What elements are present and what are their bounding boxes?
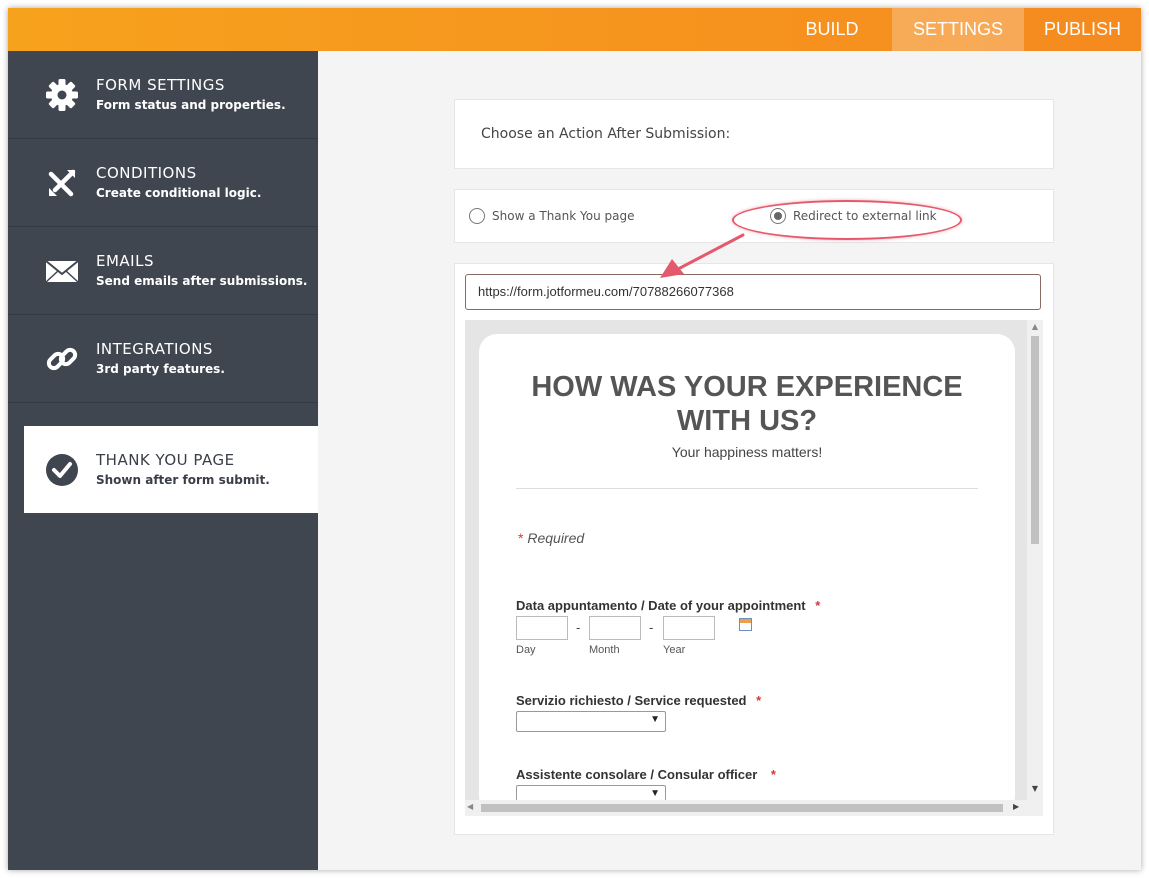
date-separator: - (649, 620, 654, 635)
preview-form-subtitle: Your happiness matters! (671, 444, 823, 460)
day-sublabel: Day (516, 644, 536, 656)
calendar-icon[interactable] (739, 618, 752, 631)
checkmark-icon (46, 454, 78, 486)
redirect-url-input[interactable]: https://form.jotformeu.com/7078826607736… (465, 274, 1041, 310)
year-input[interactable] (663, 616, 715, 640)
envelope-icon (45, 260, 79, 283)
top-nav: BUILD SETTINGS PUBLISH (772, 8, 1141, 51)
nav-build-tab[interactable]: BUILD (772, 8, 892, 51)
sidebar-item-thank-you-page[interactable]: THANK YOU PAGE Shown after form submit. (24, 426, 318, 513)
preview-title-line-1: HOW WAS YOUR EXPERIENCE (531, 371, 963, 403)
preview-form-title: HOW WAS YOUR EXPERIENCE WITH US? (479, 370, 1015, 438)
sidebar-item-subtitle: Create conditional logic. (96, 186, 262, 200)
day-input[interactable] (516, 616, 568, 640)
appointment-date-label: Data appuntamento / Date of your appoint… (516, 598, 820, 613)
consular-officer-label: Assistente consolare / Consular officer … (516, 767, 776, 782)
link-icon (46, 347, 78, 371)
year-sublabel: Year (663, 644, 686, 656)
scroll-up-arrow-icon[interactable]: ▲ (1027, 322, 1043, 331)
required-text: Required (527, 530, 585, 546)
required-star: * (518, 530, 524, 546)
date-separator: - (576, 620, 581, 635)
service-requested-select[interactable]: ▼ (516, 711, 666, 732)
sidebar-item-conditions[interactable]: CONDITIONS Create conditional logic. (8, 139, 318, 227)
service-requested-label-text: Servizio richiesto / Service requested (516, 693, 747, 708)
scroll-down-arrow-icon[interactable]: ▼ (1027, 784, 1043, 793)
preview-title-line-2: WITH US? (676, 405, 818, 437)
sidebar-item-subtitle: 3rd party features. (96, 362, 225, 376)
scrollbar-corner (1027, 800, 1043, 816)
nav-settings-tab[interactable]: SETTINGS (892, 8, 1024, 51)
vertical-scroll-thumb[interactable] (1031, 336, 1039, 544)
sidebar-item-title: THANK YOU PAGE (96, 451, 235, 469)
chevron-down-icon: ▼ (650, 714, 660, 725)
redirect-page-preview[interactable]: HOW WAS YOUR EXPERIENCE WITH US? Your ha… (465, 320, 1043, 816)
action-header-panel: Choose an Action After Submission: (454, 99, 1054, 169)
sidebar-item-title: EMAILS (96, 252, 154, 270)
redirect-url-panel: https://form.jotformeu.com/7078826607736… (454, 263, 1054, 835)
appointment-date-label-text: Data appuntamento / Date of your appoint… (516, 598, 806, 613)
sidebar-item-title: FORM SETTINGS (96, 76, 225, 94)
nav-publish-tab[interactable]: PUBLISH (1024, 8, 1141, 51)
radio-button[interactable] (469, 208, 485, 224)
sidebar-item-integrations[interactable]: INTEGRATIONS 3rd party features. (8, 315, 318, 403)
service-requested-label: Servizio richiesto / Service requested * (516, 693, 761, 708)
preview-vertical-scrollbar[interactable]: ▲ ▼ (1027, 320, 1043, 800)
sidebar-item-title: CONDITIONS (96, 164, 197, 182)
scroll-right-arrow-icon[interactable]: ▶ (1013, 802, 1019, 811)
preview-divider (516, 488, 978, 489)
preview-horizontal-scrollbar[interactable]: ◀ ▶ (465, 800, 1027, 816)
radio-label: Show a Thank You page (492, 209, 635, 223)
sidebar-item-subtitle: Shown after form submit. (96, 473, 270, 487)
horizontal-scroll-thumb[interactable] (481, 804, 1003, 812)
gear-icon (46, 79, 78, 111)
settings-sidebar: FORM SETTINGS Form status and properties… (8, 51, 318, 870)
conditions-icon (48, 169, 76, 197)
required-note: * Required (518, 530, 584, 546)
sidebar-item-subtitle: Send emails after submissions. (96, 274, 308, 288)
highlight-ellipse-annotation (732, 200, 962, 240)
sidebar-item-title: INTEGRATIONS (96, 340, 213, 358)
preview-form-card: HOW WAS YOUR EXPERIENCE WITH US? Your ha… (479, 334, 1015, 814)
sidebar-item-form-settings[interactable]: FORM SETTINGS Form status and properties… (8, 51, 318, 139)
sidebar-item-subtitle: Form status and properties. (96, 98, 286, 112)
consular-officer-label-text: Assistente consolare / Consular officer (516, 767, 758, 782)
scroll-left-arrow-icon[interactable]: ◀ (467, 802, 473, 811)
required-star: * (815, 598, 821, 613)
radio-thank-you-page[interactable]: Show a Thank You page (469, 208, 635, 224)
chevron-down-icon: ▼ (650, 788, 660, 799)
required-star: * (770, 767, 776, 782)
month-input[interactable] (589, 616, 641, 640)
required-star: * (756, 693, 762, 708)
sidebar-item-emails[interactable]: EMAILS Send emails after submissions. (8, 227, 318, 315)
top-bar: BUILD SETTINGS PUBLISH (8, 8, 1141, 51)
main-content: Choose an Action After Submission: Show … (318, 51, 1141, 870)
action-header-label: Choose an Action After Submission: (481, 126, 731, 142)
app-window: BUILD SETTINGS PUBLISH FORM SETTINGS For… (8, 8, 1141, 870)
month-sublabel: Month (589, 644, 620, 656)
action-options-panel: Show a Thank You page Redirect to extern… (454, 189, 1054, 243)
